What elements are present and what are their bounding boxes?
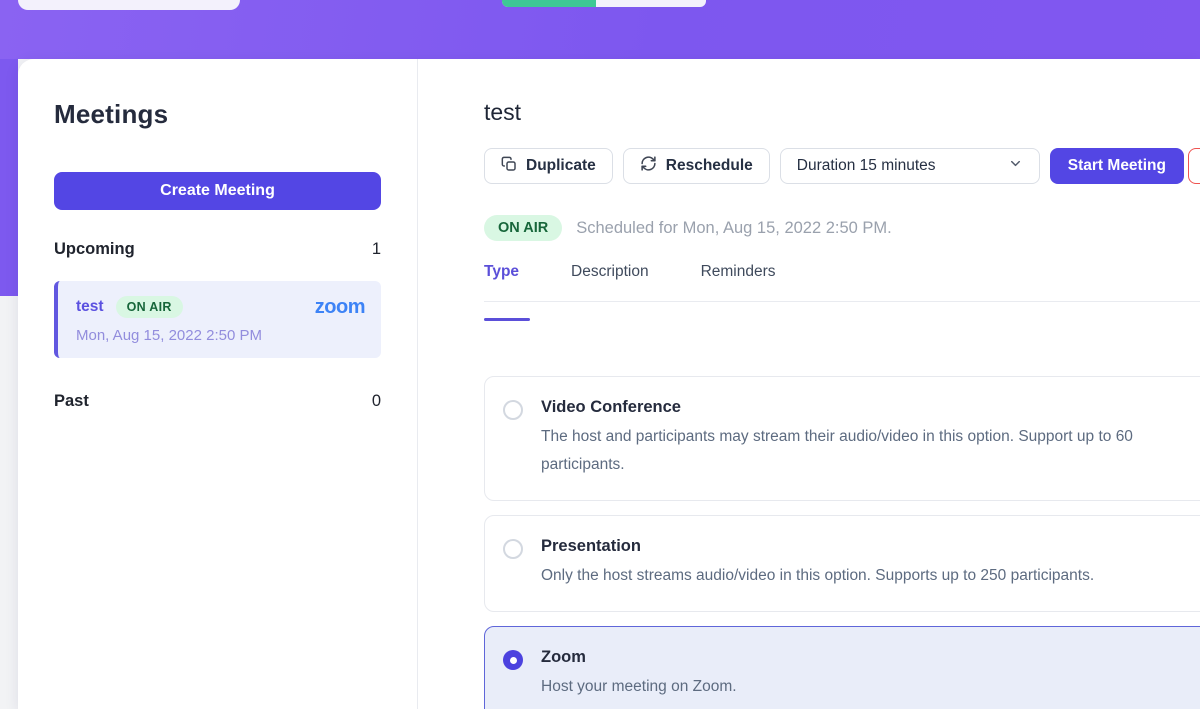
- progress-fill: [502, 0, 596, 7]
- option-presentation[interactable]: Presentation Only the host streams audio…: [484, 515, 1200, 612]
- meeting-item-header: test ON AIR zoom: [76, 296, 365, 318]
- meeting-name: test: [76, 298, 104, 316]
- option-description: The host and participants may stream the…: [541, 423, 1200, 479]
- danger-action-button-cutoff[interactable]: [1188, 148, 1200, 184]
- option-content: Video Conference The host and participan…: [541, 398, 1200, 479]
- refresh-icon: [640, 155, 657, 177]
- sidebar-title: Meetings: [54, 99, 381, 130]
- meeting-detail-pane: test Duplicate: [418, 59, 1200, 709]
- reschedule-label: Reschedule: [666, 157, 753, 175]
- duration-value: Duration 15 minutes: [797, 157, 936, 175]
- option-content: Presentation Only the host streams audio…: [541, 537, 1094, 590]
- past-count: 0: [372, 392, 381, 411]
- meeting-type-options: Video Conference The host and participan…: [484, 376, 1200, 709]
- detail-tabs: Type Description Reminders: [484, 263, 1200, 302]
- radio-unchecked-icon[interactable]: [503, 539, 523, 559]
- option-content: Zoom Host your meeting on Zoom.: [541, 648, 737, 701]
- meeting-title: test: [484, 99, 521, 126]
- option-description: Only the host streams audio/video in thi…: [541, 562, 1094, 590]
- meetings-sidebar: Meetings Create Meeting Upcoming 1 test …: [18, 59, 418, 709]
- tab-reminders[interactable]: Reminders: [701, 263, 776, 301]
- tab-description[interactable]: Description: [571, 263, 649, 301]
- chevron-down-icon: [1008, 156, 1023, 176]
- option-video-conference[interactable]: Video Conference The host and participan…: [484, 376, 1200, 501]
- past-label: Past: [54, 392, 89, 411]
- upcoming-section-header: Upcoming 1: [54, 240, 381, 259]
- create-meeting-button[interactable]: Create Meeting: [54, 172, 381, 210]
- option-title: Video Conference: [541, 398, 1200, 417]
- radio-checked-icon[interactable]: [503, 650, 523, 670]
- start-meeting-button[interactable]: Start Meeting: [1050, 148, 1184, 184]
- copy-icon: [501, 156, 517, 177]
- option-zoom[interactable]: Zoom Host your meeting on Zoom.: [484, 626, 1200, 709]
- tab-type[interactable]: Type: [484, 263, 519, 301]
- left-purple-strip: [0, 59, 18, 296]
- on-air-badge: ON AIR: [116, 296, 183, 318]
- radio-unchecked-icon[interactable]: [503, 400, 523, 420]
- option-title: Presentation: [541, 537, 1094, 556]
- scheduled-text: Scheduled for Mon, Aug 15, 2022 2:50 PM.: [576, 219, 892, 238]
- past-section-header: Past 0: [54, 392, 381, 411]
- status-row: ON AIR Scheduled for Mon, Aug 15, 2022 2…: [484, 215, 892, 241]
- duration-select[interactable]: Duration 15 minutes: [780, 148, 1040, 184]
- duplicate-button[interactable]: Duplicate: [484, 148, 613, 184]
- content-card: Meetings Create Meeting Upcoming 1 test …: [18, 59, 1200, 709]
- cutoff-progress-bar: [502, 0, 706, 7]
- toolbar: Duplicate Reschedule Duration 15 m: [484, 148, 1184, 184]
- meeting-datetime: Mon, Aug 15, 2022 2:50 PM: [76, 327, 365, 344]
- upcoming-count: 1: [372, 240, 381, 259]
- app-viewport: Meetings Create Meeting Upcoming 1 test …: [0, 0, 1200, 709]
- reschedule-button[interactable]: Reschedule: [623, 148, 770, 184]
- option-description: Host your meeting on Zoom.: [541, 673, 737, 701]
- duplicate-label: Duplicate: [526, 157, 596, 175]
- on-air-status-badge: ON AIR: [484, 215, 562, 241]
- cutoff-toast-card: [18, 0, 240, 10]
- zoom-logo: zoom: [315, 297, 365, 317]
- meeting-list-item[interactable]: test ON AIR zoom Mon, Aug 15, 2022 2:50 …: [54, 281, 381, 358]
- upcoming-label: Upcoming: [54, 240, 135, 259]
- option-title: Zoom: [541, 648, 737, 667]
